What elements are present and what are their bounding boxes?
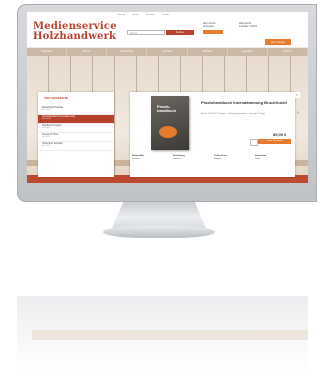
add-to-cart-button[interactable]: In den Warenkorb	[258, 139, 291, 144]
account-sub: Anmelden	[203, 25, 215, 28]
sidebar-item-sub: ab 19,90 €	[42, 145, 51, 147]
related-product[interactable]: Dachdeckung Handbuch	[173, 155, 211, 160]
sidebar-item-sub: Bruckfrucht	[42, 118, 52, 120]
product-panel: Praxis- handbuch Praxishandbuch Innendäm…	[130, 92, 295, 177]
sidebar-item-sub: ab 29,90 €	[42, 109, 51, 111]
sidebar-item-active[interactable]: Praxishandbuch Innendämmung Bruckfrucht	[38, 115, 114, 124]
quantity-field[interactable]	[250, 139, 258, 146]
logo-subline[interactable]: Holzhandwerk	[33, 31, 116, 42]
offers-sidebar: TOP-ANGEBOTE Musterbuch Holzbau ab 29,90…	[38, 92, 114, 177]
product-meta: Art.-Nr. 1234567 · Fachbuch · Verlag Hol…	[201, 113, 266, 115]
sidebar-title: TOP-ANGEBOTE	[44, 96, 69, 100]
cart-summary: 0 Artikel / 0,00 €	[239, 25, 257, 28]
search-input[interactable]: Suche	[127, 30, 165, 35]
close-icon[interactable]: ×	[294, 92, 300, 98]
top-link-about[interactable]: Über uns	[117, 14, 125, 16]
monitor-stand-neck	[112, 202, 206, 228]
related-product[interactable]: Innenausbau Praxis	[255, 155, 293, 160]
related-product-sub: Ratgeber	[214, 157, 222, 160]
nav-item-offers[interactable]: Angebote	[228, 48, 268, 56]
site-header: Über uns Service Newsletter Kontakt Medi…	[27, 12, 308, 47]
book-cover-badge	[159, 126, 177, 138]
sidebar-item[interactable]: Holzschutz kompakt ab 19,90 €	[38, 142, 114, 151]
nav-item-software[interactable]: Software	[188, 48, 228, 56]
related-product-sub: Handbuch	[173, 157, 182, 160]
nav-item-home[interactable]: Startseite	[27, 48, 68, 56]
nav-item-ebooks[interactable]: E-Books	[147, 48, 188, 56]
sidebar-item[interactable]: Handbuch Treppen ab 45,00 €	[38, 124, 114, 133]
nav-item-magazines[interactable]: Zeitschriften	[107, 48, 148, 56]
product-price: 89,00 €	[273, 132, 287, 137]
top-links: Über uns Service Newsletter Kontakt	[117, 14, 169, 16]
top-link-service[interactable]: Service	[132, 14, 139, 16]
reflection-stripe	[32, 330, 308, 340]
sidebar-item-sub: ab 45,00 €	[42, 127, 51, 129]
nav-item-books[interactable]: Bücher	[67, 48, 108, 56]
checkout-button[interactable]: Zur Kasse	[265, 39, 291, 45]
related-product-sub: Fachbuch	[132, 157, 140, 160]
top-link-contact[interactable]: Kontakt	[162, 14, 169, 16]
monitor-screen: Über uns Service Newsletter Kontakt Medi…	[27, 12, 308, 183]
sidebar-list: Musterbuch Holzbau ab 29,90 € Praxishand…	[38, 106, 114, 151]
sidebar-item-sub: ab 39,00 €	[42, 136, 51, 138]
chevron-right-icon[interactable]: ›	[297, 110, 299, 116]
monitor-stand-foot	[103, 226, 215, 238]
account-block[interactable]: Mein Konto Anmelden	[203, 22, 233, 34]
nav-item-service[interactable]: Service	[268, 48, 308, 56]
sidebar-item[interactable]: Fenster & Türen ab 39,00 €	[38, 133, 114, 142]
product-title[interactable]: Praxishandbuch Innendämmung Bruckfrucht	[201, 100, 291, 105]
cart-block[interactable]: Warenkorb 0 Artikel / 0,00 €	[239, 22, 289, 28]
related-product-sub: Praxis	[255, 157, 260, 160]
related-products: Holzbau-Atlas Fachbuch Dachdeckung Handb…	[132, 155, 293, 160]
related-product[interactable]: Tischler-Praxis Ratgeber	[214, 155, 252, 160]
main-nav: Startseite Bücher Zeitschriften E-Books …	[27, 48, 308, 56]
search-button[interactable]: Suchen	[166, 30, 194, 35]
sidebar-item[interactable]: Musterbuch Holzbau ab 29,90 €	[38, 106, 114, 115]
top-link-newsletter[interactable]: Newsletter	[146, 14, 155, 16]
login-button[interactable]	[203, 30, 223, 34]
product-image[interactable]: Praxis- handbuch	[151, 96, 189, 150]
book-cover-title: Praxis- handbuch	[157, 104, 177, 113]
related-product[interactable]: Holzbau-Atlas Fachbuch	[132, 155, 170, 160]
